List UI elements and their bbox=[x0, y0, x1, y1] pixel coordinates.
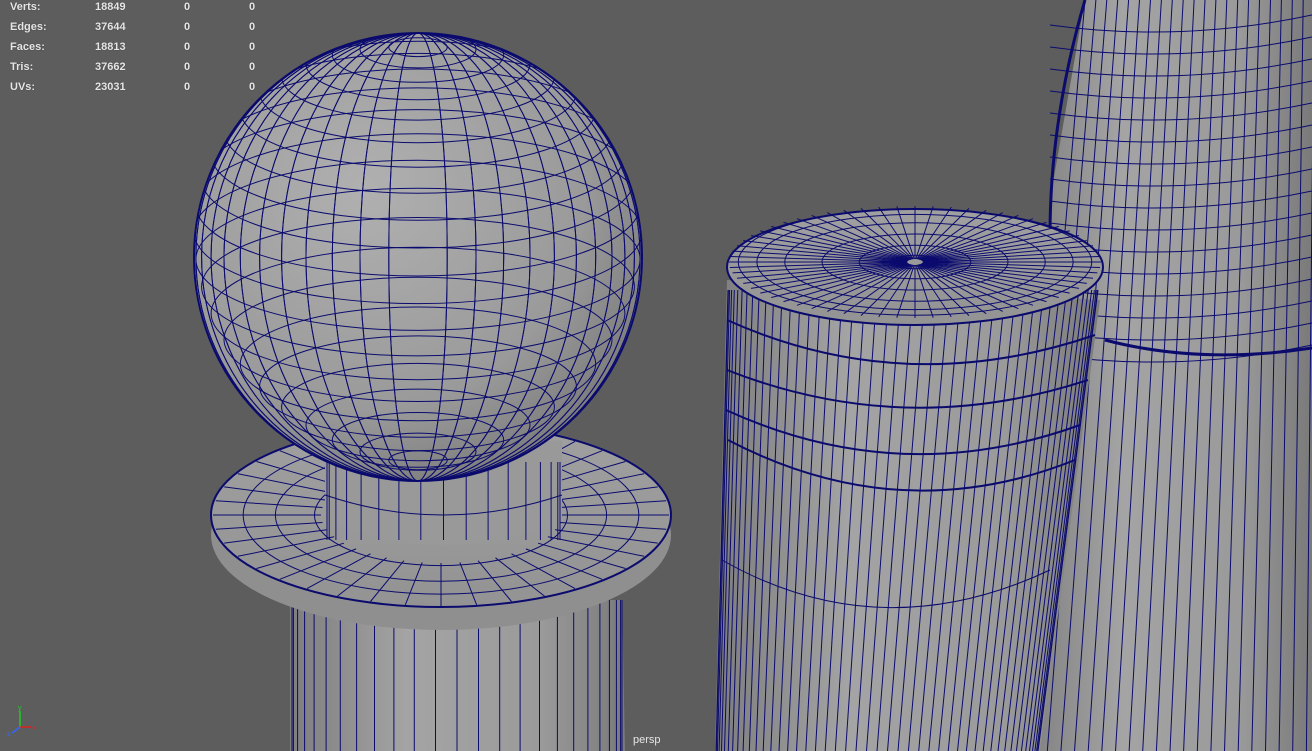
axis-gizmo-icon: y x z bbox=[7, 705, 37, 737]
capped-cylinder-mesh[interactable] bbox=[715, 206, 1104, 751]
hud-label: UVs: bbox=[10, 81, 36, 93]
hud-selected: 0 bbox=[184, 61, 191, 73]
hud-component: 0 bbox=[249, 61, 256, 73]
hud-total: 37644 bbox=[95, 21, 126, 33]
hud-component: 0 bbox=[249, 21, 256, 33]
hud-component: 0 bbox=[249, 41, 256, 53]
camera-name-label: persp bbox=[633, 734, 661, 746]
hud-selected: 0 bbox=[184, 41, 191, 53]
hud-total: 37662 bbox=[95, 61, 126, 73]
axis-x-label: x bbox=[33, 725, 37, 732]
perspective-viewport[interactable]: Verts: 18849 0 0 Edges: 37644 0 0 Faces:… bbox=[0, 0, 1312, 751]
hud-total: 23031 bbox=[95, 81, 126, 93]
hud-selected: 0 bbox=[184, 81, 191, 93]
finial-post-mesh[interactable] bbox=[193, 28, 672, 751]
hud-total: 18849 bbox=[95, 1, 126, 13]
hud-component: 0 bbox=[249, 81, 256, 93]
wireframe-scene[interactable] bbox=[0, 0, 1312, 751]
hud-selected: 0 bbox=[184, 21, 191, 33]
hud-total: 18813 bbox=[95, 41, 126, 53]
hud-selected: 0 bbox=[184, 1, 191, 13]
axis-y-label: y bbox=[18, 705, 22, 712]
hud-label: Verts: bbox=[10, 1, 41, 13]
hud-label: Edges: bbox=[10, 21, 47, 33]
axis-z-label: z bbox=[7, 731, 11, 737]
hud-label: Faces: bbox=[10, 41, 45, 53]
hud-component: 0 bbox=[249, 1, 256, 13]
hud-label: Tris: bbox=[10, 61, 34, 73]
